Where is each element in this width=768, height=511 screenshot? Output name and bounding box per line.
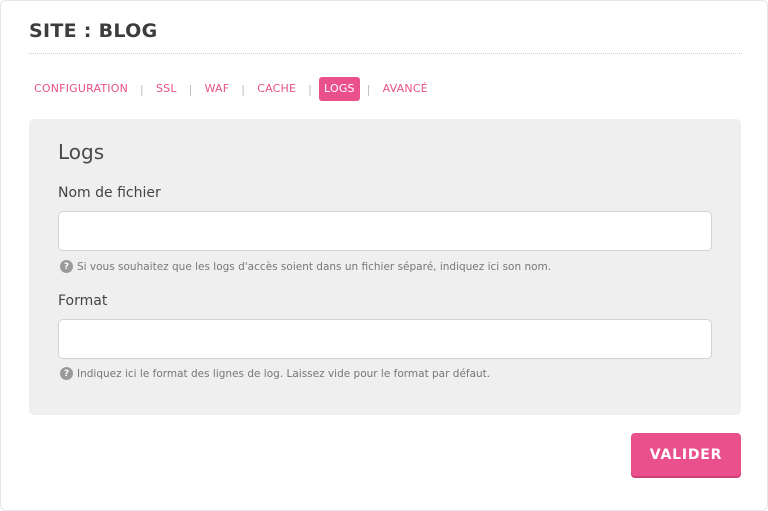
tab-separator: | [308,82,313,96]
format-label: Format [58,293,108,309]
tab-logs[interactable]: LOGS [319,77,360,101]
format-help-text: Indiquez ici le format des lignes de log… [77,367,491,380]
tab-separator: | [188,82,193,96]
format-help: ? Indiquez ici le format des lignes de l… [60,367,490,380]
filename-input[interactable] [58,211,712,251]
panel-title: Logs [58,140,105,164]
format-input[interactable] [58,319,712,359]
tab-separator: | [366,82,371,96]
tab-separator: | [241,82,246,96]
tab-separator: | [140,82,144,96]
filename-help: ? Si vous souhaitez que les logs d'accès… [60,260,551,273]
tab-cache[interactable]: CACHE [252,77,301,101]
question-circle-icon: ? [60,260,73,273]
tab-avance[interactable]: AVANCÉ [378,77,433,101]
title-divider [29,53,742,54]
logs-panel: Logs Nom de fichier ? Si vous souhaitez … [29,119,741,415]
tab-waf[interactable]: WAF [200,77,235,101]
page-frame: SITE : BLOG CONFIGURATION | SSL | WAF | … [0,0,768,511]
tab-configuration[interactable]: CONFIGURATION [29,77,133,101]
page-title: SITE : BLOG [29,20,158,42]
tab-ssl[interactable]: SSL [151,77,182,101]
filename-help-text: Si vous souhaitez que les logs d'accès s… [77,260,552,273]
validate-button[interactable]: VALIDER [631,433,741,476]
tab-bar: CONFIGURATION | SSL | WAF | CACHE | LOGS… [29,77,433,101]
question-circle-icon: ? [60,367,73,380]
filename-label: Nom de fichier [58,185,161,201]
